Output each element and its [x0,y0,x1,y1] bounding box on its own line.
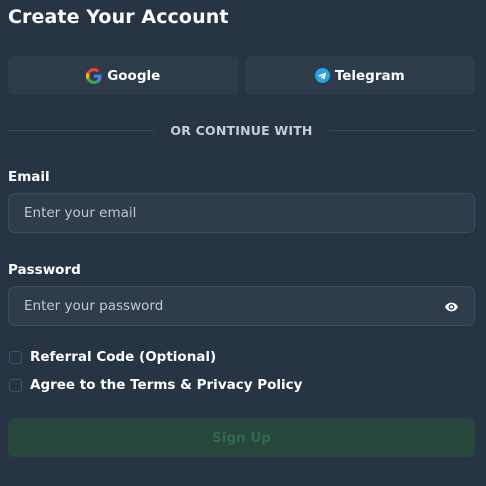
divider-text: OR CONTINUE WITH [170,122,313,138]
password-label: Password [8,262,81,278]
password-field-container [8,286,475,326]
or-divider: OR CONTINUE WITH [8,122,476,138]
terms-checkbox[interactable] [9,378,22,392]
divider-line-right [328,129,476,131]
google-login-label: Google [107,67,161,84]
signup-button[interactable]: Sign Up [8,418,475,457]
email-field[interactable] [9,194,474,232]
terms-label[interactable]: Agree to the Terms & Privacy Policy [30,377,302,393]
google-icon [86,67,102,84]
google-login-button[interactable]: Google [8,56,239,95]
telegram-login-button[interactable]: Telegram [244,56,475,95]
referral-code-label[interactable]: Referral Code (Optional) [30,349,216,365]
referral-code-checkbox[interactable] [9,350,22,364]
eye-icon [444,297,458,316]
page-title: Create Your Account [8,6,229,28]
signup-page: Create Your Account Google Telegram OR C… [0,0,486,486]
telegram-icon [314,68,330,83]
email-label: Email [8,169,50,185]
referral-code-option[interactable]: Referral Code (Optional) [9,349,216,365]
divider-line-left [8,129,155,131]
password-field[interactable] [9,287,440,325]
email-field-container [8,193,475,233]
terms-option[interactable]: Agree to the Terms & Privacy Policy [9,377,302,393]
social-login-row: Google Telegram [8,56,475,95]
telegram-login-label: Telegram [334,67,405,84]
toggle-password-visibility-button[interactable] [440,295,462,317]
